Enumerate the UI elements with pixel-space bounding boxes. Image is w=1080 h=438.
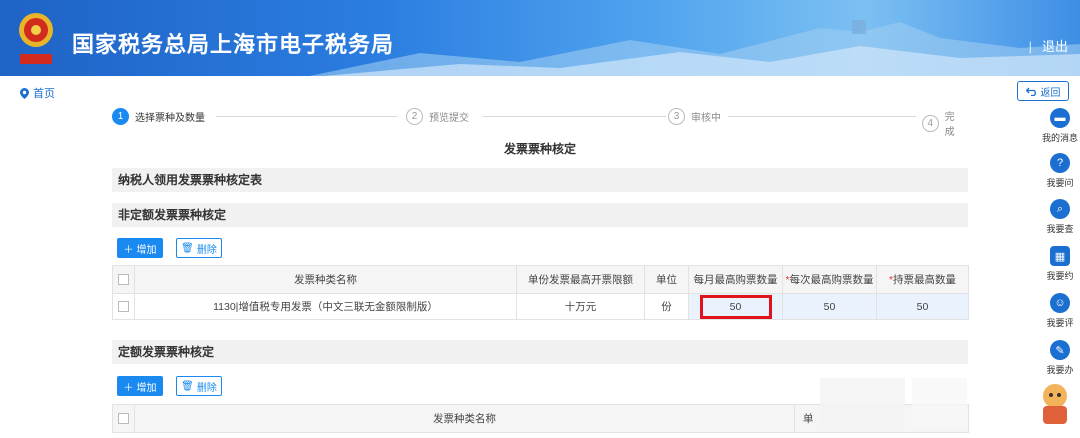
sidebar-item-label: 我要约 xyxy=(1046,271,1074,281)
add-button[interactable]: ＋增加 xyxy=(117,238,163,258)
assistant-mascot-icon[interactable] xyxy=(1034,380,1076,430)
appointment-icon: ▦ xyxy=(1050,246,1070,266)
column-header: 每月最高购票数量 xyxy=(688,265,783,294)
tax-emblem-logo xyxy=(19,13,53,64)
plus-icon: ＋ xyxy=(123,382,134,394)
column-header: 单位 xyxy=(644,265,689,294)
select-all-checkbox[interactable] xyxy=(118,274,129,286)
column-header: *每次最高购票数量 xyxy=(782,265,877,294)
blurred-overlay xyxy=(820,378,905,428)
step-number: 3 xyxy=(668,108,685,125)
step-connector xyxy=(482,116,666,117)
blurred-overlay xyxy=(912,378,967,428)
non-fixed-invoice-table: 发票种类名称 单份发票最高开票限额 单位 每月最高购票数量 *每次最高购票数量 … xyxy=(112,265,969,320)
sidebar-item-rate[interactable]: ☺ 我要评 xyxy=(1040,293,1080,329)
delete-button-fixed[interactable]: 🗑 删除 xyxy=(176,376,222,396)
sidebar-item-label: 我要问 xyxy=(1046,178,1074,188)
add-label: 增加 xyxy=(136,244,157,256)
breadcrumb-home[interactable]: 首页 xyxy=(33,85,55,101)
step-number: 1 xyxy=(112,108,129,125)
sidebar-item-label: 我要查 xyxy=(1046,224,1074,234)
rate-icon: ☺ xyxy=(1050,293,1070,313)
select-all-cell[interactable] xyxy=(112,265,135,294)
row-select-cell[interactable] xyxy=(112,293,135,320)
step-1: 1 选择票种及数量 xyxy=(112,108,209,125)
column-header-label: 每次最高购票数量 xyxy=(789,274,874,286)
search-icon: ⌕ xyxy=(1050,199,1070,219)
step-connector xyxy=(728,116,916,117)
sidebar-item-appointment[interactable]: ▦ 我要约 xyxy=(1040,246,1080,282)
site-title: 国家税务总局上海市电子税务局 xyxy=(72,32,395,57)
column-header: 发票种类名称 xyxy=(134,265,517,294)
logout-label: 退出 xyxy=(1041,39,1068,54)
trash-icon: 🗑 xyxy=(181,242,194,254)
step-label: 选择票种及数量 xyxy=(135,113,205,124)
step-connector xyxy=(216,116,398,117)
back-button[interactable]: 返回 xyxy=(1017,81,1069,101)
column-header: 发票种类名称 xyxy=(134,404,795,433)
step-label: 预览提交 xyxy=(429,113,469,124)
column-header: *持票最高数量 xyxy=(876,265,969,294)
sidebar-item-handle[interactable]: ✎ 我要办 xyxy=(1040,340,1080,376)
step-label: 审核中 xyxy=(691,113,721,124)
plus-icon: ＋ xyxy=(123,244,134,256)
location-pin-icon xyxy=(20,87,29,99)
progress-steps: 1 选择票种及数量 2 预览提交 3 审核中 4 完成 xyxy=(112,108,968,138)
edit-icon: ✎ xyxy=(1050,340,1070,360)
add-button-fixed[interactable]: ＋增加 xyxy=(117,376,163,396)
sidebar-item-messages[interactable]: ▬ 我的消息 xyxy=(1040,108,1080,144)
monthly-quantity-input[interactable]: 50 xyxy=(699,294,772,319)
question-icon: ? xyxy=(1050,153,1070,173)
step-4: 4 完成 xyxy=(922,108,968,138)
section-taxpayer-header: 纳税人领用发票票种核定表 xyxy=(112,168,968,192)
sidebar-item-search[interactable]: ⌕ 我要查 xyxy=(1040,199,1080,235)
section-non-fixed-header: 非定额发票票种核定 xyxy=(112,203,968,227)
max-hold-quantity-input[interactable]: 50 xyxy=(876,293,969,320)
message-icon: ▬ xyxy=(1050,108,1070,128)
unit-cell: 份 xyxy=(644,293,689,320)
step-label: 完成 xyxy=(944,112,955,138)
breadcrumb[interactable]: 首页 xyxy=(20,85,55,101)
page-title: 发票票种核定 xyxy=(503,142,576,156)
section-fixed-header: 定额发票票种核定 xyxy=(112,340,968,364)
delete-label: 删除 xyxy=(196,244,217,256)
monthly-quantity-cell[interactable]: 50 xyxy=(688,293,783,320)
great-wall-banner-image xyxy=(309,20,1080,76)
step-number: 2 xyxy=(406,108,423,125)
row-checkbox[interactable] xyxy=(118,301,129,313)
top-header: 国家税务总局上海市电子税务局 | 退出 xyxy=(0,0,1080,76)
column-header: 单份发票最高开票限额 xyxy=(516,265,645,294)
per-time-quantity-input[interactable]: 50 xyxy=(782,293,877,320)
logout-link[interactable]: | 退出 xyxy=(1029,36,1068,55)
step-3: 3 审核中 xyxy=(668,108,725,125)
delete-button[interactable]: 🗑 删除 xyxy=(176,238,222,258)
sidebar-item-label: 我要办 xyxy=(1046,365,1074,375)
invoice-name-cell: 1130|增值税专用发票（中文三联无金额限制版） xyxy=(134,293,517,320)
sidebar-item-ask[interactable]: ? 我要问 xyxy=(1040,153,1080,189)
table-row: 1130|增值税专用发票（中文三联无金额限制版） 十万元 份 50 50 50 xyxy=(112,293,969,320)
invoice-limit-cell: 十万元 xyxy=(516,293,645,320)
back-label: 返回 xyxy=(1040,87,1061,99)
select-all-checkbox[interactable] xyxy=(118,413,129,425)
trash-icon: 🗑 xyxy=(181,380,194,392)
sidebar-item-label: 我要评 xyxy=(1046,318,1074,328)
sidebar-item-label: 我的消息 xyxy=(1041,133,1078,143)
return-arrow-icon xyxy=(1025,87,1036,96)
add-label: 增加 xyxy=(136,382,157,394)
delete-label: 删除 xyxy=(196,382,217,394)
table-header-row: 发票种类名称 单份发票最高开票限额 单位 每月最高购票数量 *每次最高购票数量 … xyxy=(112,265,969,294)
select-all-cell[interactable] xyxy=(112,404,135,433)
step-2: 2 预览提交 xyxy=(406,108,473,125)
column-header-label: 持票最高数量 xyxy=(893,274,957,286)
logout-separator: | xyxy=(1028,39,1032,54)
step-number: 4 xyxy=(922,114,939,132)
